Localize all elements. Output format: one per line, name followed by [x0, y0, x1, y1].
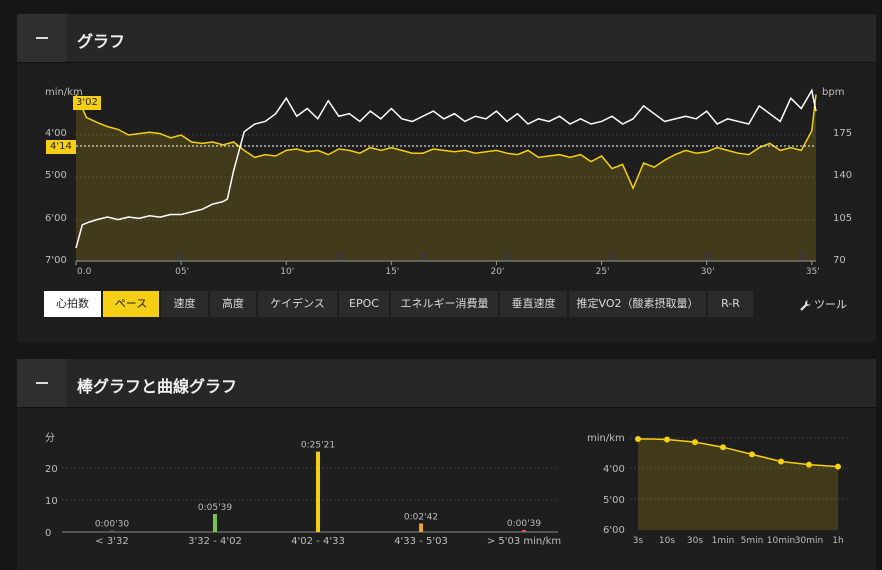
right-axis-tick: 175 — [833, 128, 852, 139]
histogram-value-label: 0:00'39 — [507, 519, 541, 529]
curve-y-unit: min/km — [587, 433, 625, 444]
left-axis-tick: 4'00 — [45, 128, 67, 139]
x-axis-tick: 05' — [175, 267, 189, 277]
histogram-y-tick: 20 — [45, 464, 58, 475]
x-axis-tick: 20' — [490, 267, 504, 277]
histogram-value-label: 0:02'42 — [404, 512, 438, 522]
curve-x-tick: 1h — [832, 536, 843, 546]
curve-x-tick: 30min — [795, 536, 823, 546]
curve-point[interactable] — [749, 451, 755, 458]
curve-point[interactable] — [692, 439, 698, 446]
curve-point[interactable] — [720, 444, 726, 451]
histogram-bar[interactable] — [316, 451, 320, 532]
curve-point[interactable] — [778, 458, 784, 465]
left-axis-tick: 5'00 — [45, 170, 67, 181]
lap-marker[interactable] — [797, 252, 805, 260]
collapse-graph-button[interactable] — [17, 14, 67, 62]
lap-marker[interactable] — [503, 252, 511, 260]
tab-rr[interactable]: R-R — [708, 291, 753, 317]
tab-speed[interactable]: 速度 — [161, 291, 208, 317]
right-axis-tick: 140 — [833, 170, 852, 181]
tab-vo2[interactable]: 推定VO2（酸素摂取量） — [569, 291, 706, 317]
histogram-value-label: 0:25'21 — [301, 441, 335, 451]
lap-marker[interactable] — [703, 252, 711, 260]
curve-y-tick: 4'00 — [603, 464, 625, 475]
histogram-category-label: 4'33 - 5'03 — [394, 536, 448, 547]
graph-panel-title: グラフ — [77, 32, 126, 51]
max-pace-badge: 3'02 — [73, 96, 101, 110]
collapse-bar-curve-button[interactable] — [17, 359, 67, 407]
tab-vertical-speed[interactable]: 垂直速度 — [500, 291, 567, 317]
curve-point[interactable] — [635, 436, 641, 443]
curve-x-tick: 10min — [767, 536, 795, 546]
minus-icon — [36, 37, 48, 39]
curve-x-tick: 30s — [687, 536, 703, 546]
right-axis-unit: bpm — [822, 87, 844, 98]
histogram-category-label: 4'02 - 4'33 — [291, 536, 345, 547]
histogram-bar[interactable] — [522, 529, 526, 532]
pace-area — [76, 94, 816, 262]
graph-panel-header: グラフ — [17, 14, 876, 63]
tab-energy[interactable]: エネルギー消費量 — [391, 291, 498, 317]
minus-icon — [36, 382, 48, 384]
histogram-bar[interactable] — [419, 523, 423, 532]
histogram-value-label: 0:05'39 — [198, 503, 232, 513]
histogram-bar[interactable] — [110, 530, 114, 532]
left-axis-tick: 6'00 — [45, 213, 67, 224]
bar-curve-panel-header: 棒グラフと曲線グラフ — [17, 359, 876, 408]
x-axis-tick: 10' — [280, 267, 294, 277]
tools-label: ツール — [814, 298, 847, 311]
tab-cadence[interactable]: ケイデンス — [258, 291, 337, 317]
histogram-y-unit: 分 — [45, 432, 55, 444]
pace-heart-rate-chart[interactable]: min/km bpm 4'005'006'007'00175140105700.… — [0, 80, 882, 280]
histogram-y-tick: 0 — [45, 528, 51, 539]
curve-y-tick: 6'00 — [603, 525, 625, 536]
lap-marker[interactable] — [608, 252, 616, 260]
pace-duration-curve[interactable]: min/km 4'00 5'00 6'00 3s 10s 30s 1min 5min 10mi… — [575, 420, 875, 570]
pace-zone-histogram[interactable]: 分 20 10 0 0:00'30 < 3'32 0:05'39 3'32 - 4'02 0… — [0, 420, 575, 570]
curve-point[interactable] — [835, 463, 841, 470]
tab-heart-rate[interactable]: 心拍数 — [44, 291, 101, 317]
wrench-icon — [800, 299, 811, 311]
left-axis-tick: 7'00 — [45, 255, 67, 266]
bar-curve-panel-title: 棒グラフと曲線グラフ — [77, 377, 238, 396]
x-axis-tick: 0.0 — [77, 267, 92, 277]
average-pace-badge: 4'14 — [46, 140, 76, 154]
histogram-category-label: > 5'03 min/km — [487, 536, 561, 547]
curve-y-tick: 5'00 — [603, 495, 625, 506]
right-axis-tick: 70 — [833, 255, 846, 266]
curve-area — [638, 439, 838, 530]
lap-marker[interactable] — [177, 252, 185, 260]
histogram-value-label: 0:00'30 — [95, 519, 129, 529]
tab-epoc[interactable]: EPOC — [339, 291, 389, 317]
curve-point[interactable] — [664, 436, 670, 443]
lap-marker[interactable] — [419, 252, 427, 260]
tab-altitude[interactable]: 高度 — [210, 291, 256, 317]
curve-point[interactable] — [806, 461, 812, 468]
lap-marker[interactable] — [335, 252, 343, 260]
x-axis-tick: 35' — [806, 267, 820, 277]
tab-pace[interactable]: ペース — [103, 291, 159, 317]
curve-x-tick: 5min — [741, 536, 764, 546]
histogram-category-label: 3'32 - 4'02 — [188, 536, 242, 547]
x-axis-tick: 30' — [701, 267, 715, 277]
curve-x-tick: 1min — [712, 536, 735, 546]
x-axis-tick: 15' — [385, 267, 399, 277]
tools-button[interactable]: ツール — [800, 296, 847, 312]
histogram-bar[interactable] — [213, 514, 217, 532]
curve-x-tick: 10s — [659, 536, 675, 546]
curve-x-tick: 3s — [633, 536, 644, 546]
histogram-y-tick: 10 — [45, 496, 58, 507]
histogram-category-label: < 3'32 — [95, 536, 128, 547]
x-axis-tick: 25' — [596, 267, 610, 277]
right-axis-tick: 105 — [833, 213, 852, 224]
